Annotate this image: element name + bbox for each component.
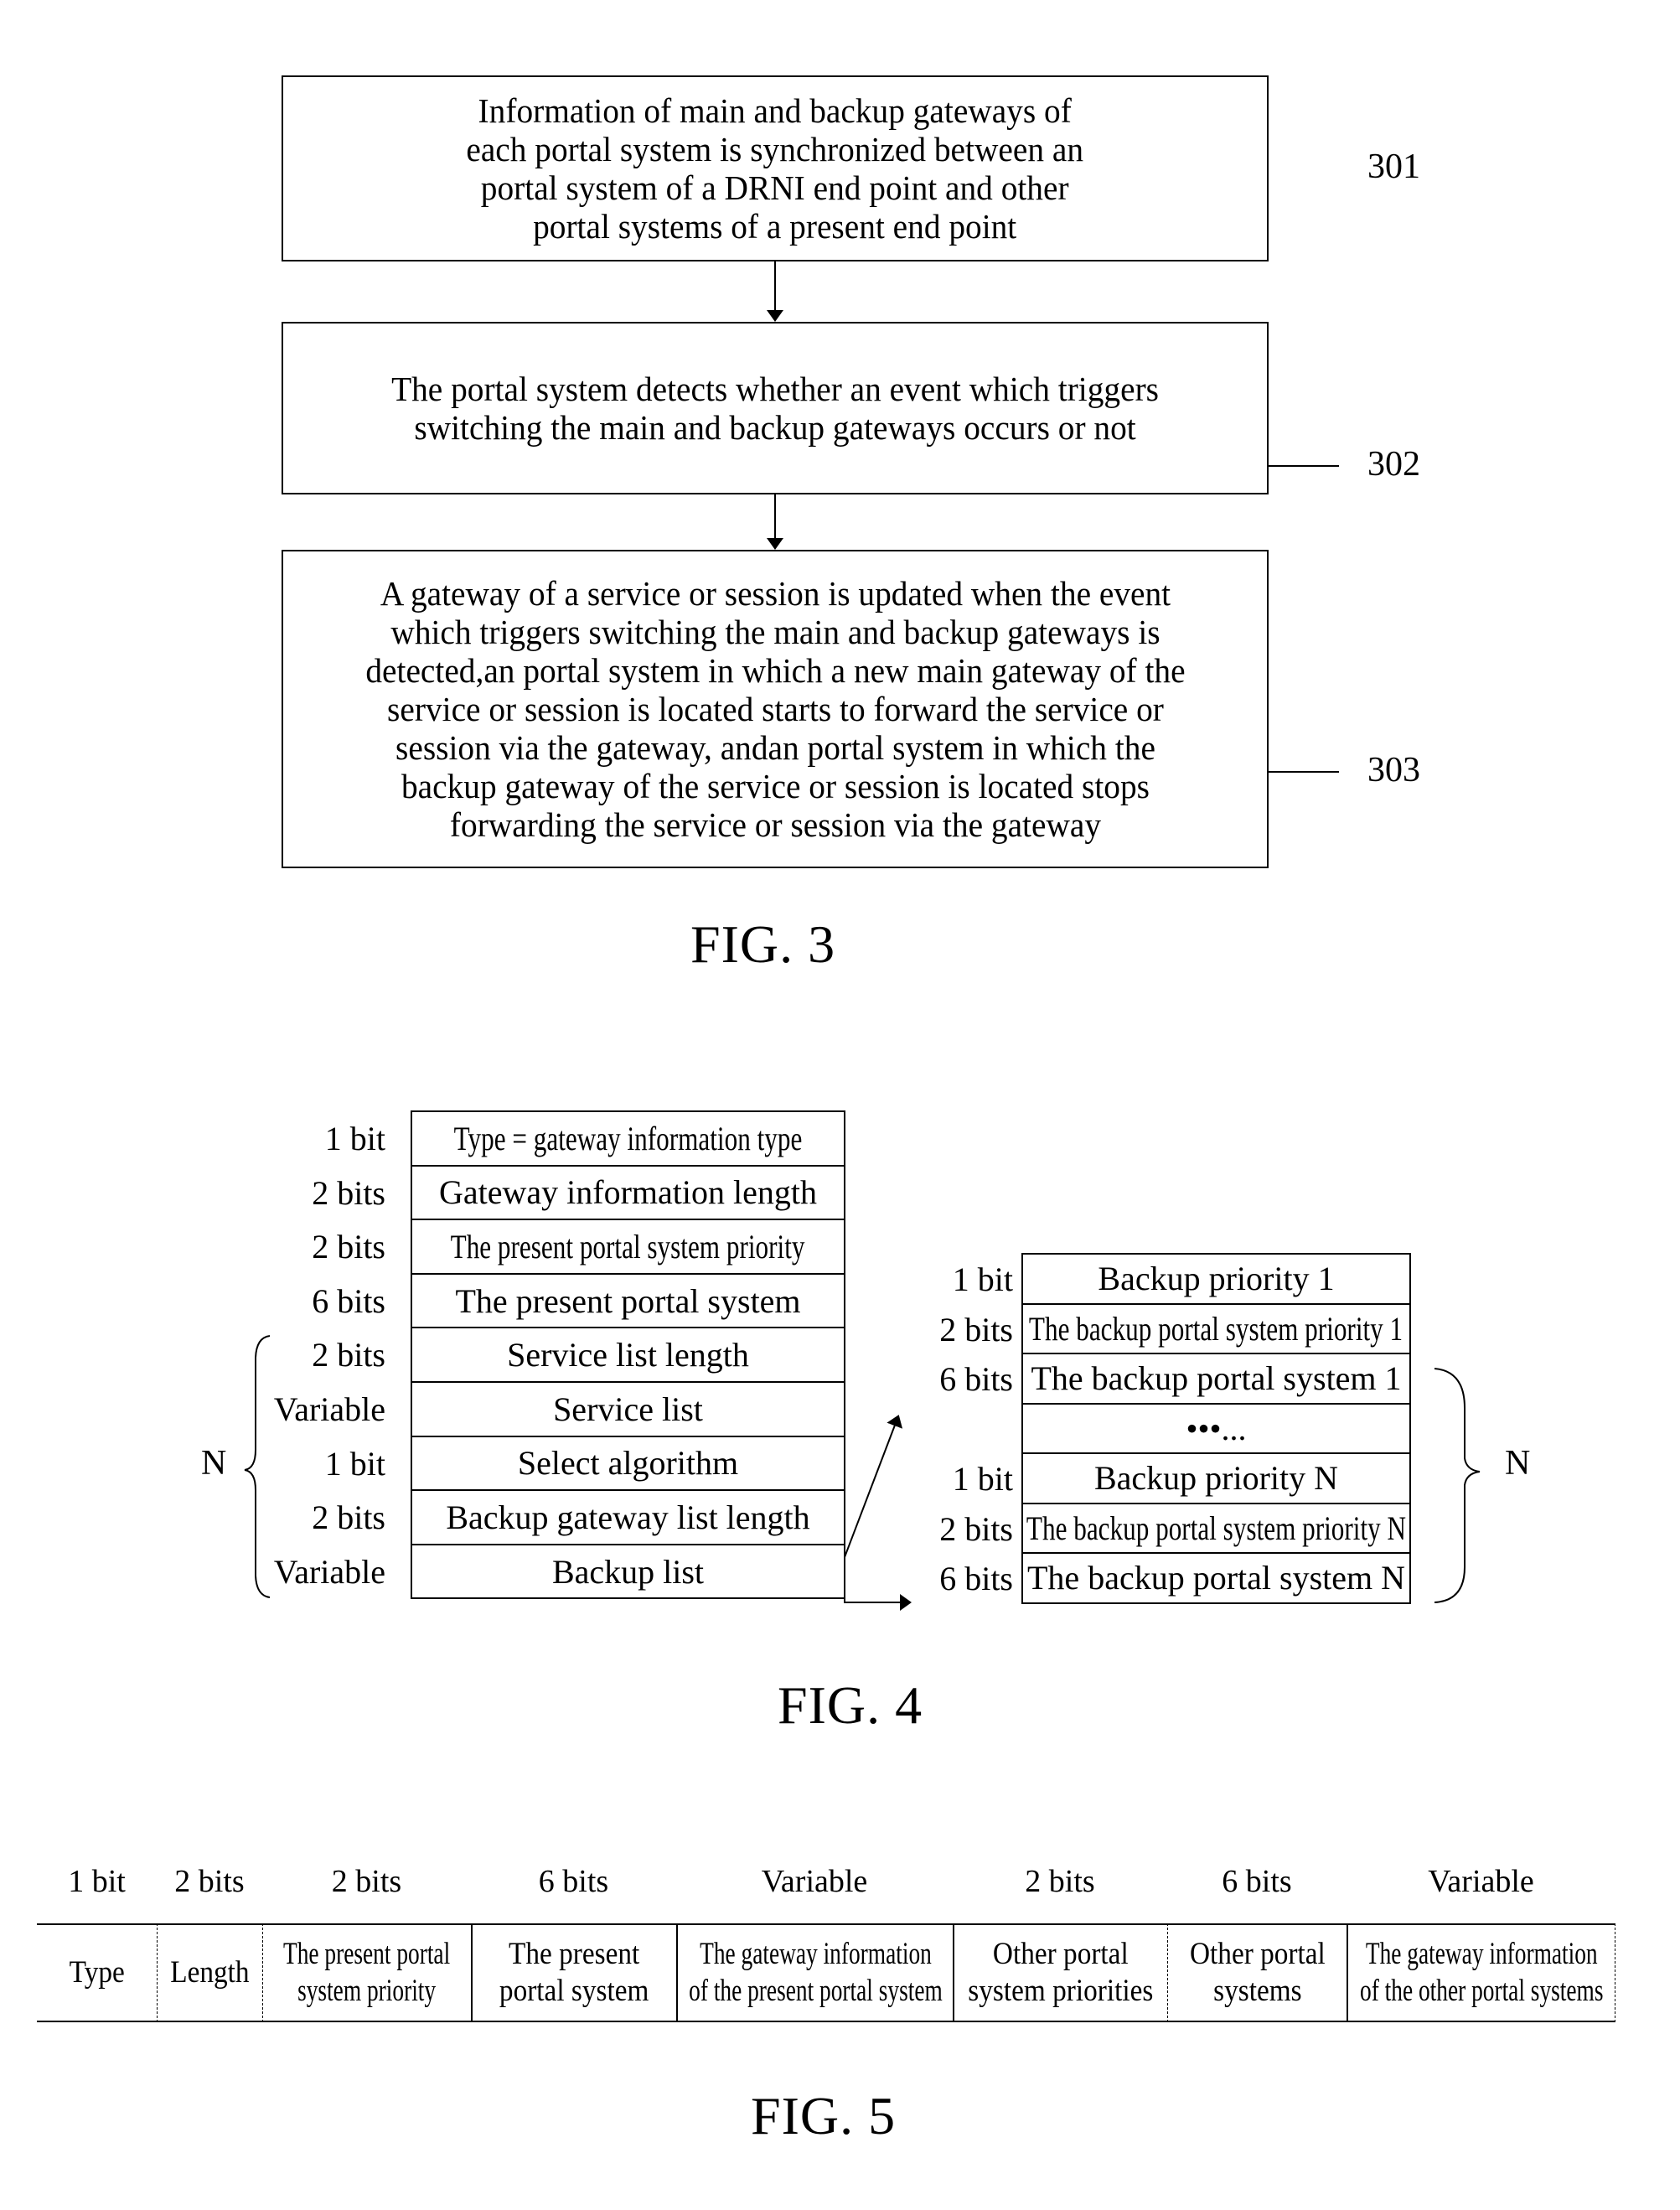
frame-field-text: Other portal system priorities (968, 1937, 1154, 2008)
frame-field-size-text: Variable (761, 1864, 868, 1899)
size-label-text: 6 bits (939, 1560, 1013, 1597)
frame-field: The present portal system priority (262, 1923, 471, 2022)
field-cell-text: The backup portal system priority 1 (1029, 1309, 1403, 1348)
size-label: 2 bits (218, 1227, 385, 1266)
arrow-to-backup-table-bottom (844, 1594, 912, 1611)
size-label-text: 2 bits (939, 1310, 1013, 1348)
field-cell: Select algorithm (411, 1435, 845, 1492)
field-cell: The backup portal system 1 (1021, 1353, 1411, 1405)
field-cell-text: Backup priority N (1093, 1459, 1339, 1498)
size-label-text: 1 bit (324, 1120, 385, 1157)
field-cell-text: Service list (553, 1390, 703, 1428)
frame-field-size: 2 bits (126, 1863, 293, 1900)
field-cell: Backup priority N (1021, 1452, 1411, 1504)
size-label-text: 1 bit (952, 1260, 1013, 1298)
field-cell: The backup portal system priority N (1021, 1502, 1411, 1554)
size-label: 1 bit (218, 1119, 385, 1158)
size-label: Variable (218, 1552, 385, 1592)
frame-field-size-text: 2 bits (1025, 1864, 1095, 1899)
right-brace-label: N (1505, 1444, 1531, 1483)
fig4-caption: FIG. 4 (778, 1675, 923, 1735)
field-cell: •••... (1021, 1402, 1411, 1454)
frame-field-size: 6 bits (1173, 1863, 1341, 1900)
frame-field-size: 2 bits (976, 1863, 1144, 1900)
size-label: 1 bit (845, 1459, 1013, 1498)
frame-field: Length (157, 1923, 262, 2022)
size-label: 2 bits (218, 1498, 385, 1537)
field-cell: Backup priority 1 (1021, 1253, 1411, 1305)
size-label-text: 6 bits (312, 1281, 385, 1320)
field-cell-text: The backup portal system 1 (1031, 1359, 1402, 1398)
size-label-text: 2 bits (939, 1509, 1013, 1548)
size-label-text: 2 bits (312, 1336, 385, 1374)
frame-field-size: Variable (1398, 1863, 1565, 1900)
size-label-text: 1 bit (952, 1460, 1013, 1498)
field-cell-text: The present portal system (455, 1281, 801, 1320)
size-label: 6 bits (845, 1559, 1013, 1598)
field-cell: The backup portal system N (1021, 1552, 1411, 1604)
size-label: 6 bits (845, 1359, 1013, 1399)
size-label-text: Variable (273, 1552, 385, 1591)
frame-field-text: Other portal systems (1189, 1937, 1326, 2008)
field-cell: Service list (411, 1381, 845, 1437)
size-label-text: 2 bits (312, 1228, 385, 1266)
size-label: 1 bit (218, 1444, 385, 1483)
frame-field-size-text: 6 bits (1222, 1864, 1292, 1899)
frame-field: The gateway information of the other por… (1347, 1923, 1615, 2022)
field-cell: The present portal system priority (411, 1219, 845, 1275)
size-label-text: 6 bits (939, 1360, 1013, 1398)
size-label-text: 2 bits (312, 1173, 385, 1212)
fig5-caption: FIG. 5 (751, 2086, 897, 2145)
field-cell-text: Backup list (551, 1552, 705, 1591)
frame-field-size-text: 6 bits (538, 1864, 609, 1899)
field-cell-text: Select algorithm (517, 1444, 739, 1483)
frame-field-size: Variable (731, 1863, 898, 1900)
frame-field: Type (37, 1923, 157, 2022)
field-cell-text: The present portal system priority (451, 1227, 805, 1265)
right-brace (1434, 1368, 1481, 1603)
field-cell: Backup gateway list length (411, 1489, 845, 1545)
frame-field-size-text: 1 bit (68, 1864, 126, 1899)
frame-field-text: The present portal system (499, 1937, 649, 2008)
size-label: 6 bits (218, 1281, 385, 1321)
size-label: 2 bits (845, 1310, 1013, 1349)
field-cell-text: Gateway information length (439, 1173, 817, 1212)
field-cell: Backup list (411, 1543, 845, 1600)
frame-field-size: 6 bits (490, 1863, 658, 1900)
frame-field-size-text: 2 bits (331, 1864, 402, 1899)
field-cell: Type = gateway information type (411, 1110, 845, 1167)
field-cell: Service list length (411, 1327, 845, 1383)
size-label-text: 2 bits (312, 1498, 385, 1537)
size-label: 2 bits (218, 1173, 385, 1213)
size-label: 1 bit (845, 1260, 1013, 1299)
frame-field-size-text: 2 bits (174, 1864, 245, 1899)
frame-field: The present portal system (471, 1923, 676, 2022)
field-cell-text: The backup portal system priority N (1026, 1509, 1407, 1547)
frame-field-text: The gateway information of the other por… (1359, 1937, 1604, 2008)
size-label-text: 1 bit (324, 1444, 385, 1483)
field-cell-text: •••... (1186, 1409, 1247, 1447)
frame-field-text: The gateway information of the present p… (688, 1937, 943, 2008)
frame-field: Other portal system priorities (953, 1923, 1167, 2022)
frame-field-text: Length (170, 1955, 250, 1990)
size-label-text: Variable (273, 1390, 385, 1428)
frame-field-size: 2 bits (283, 1863, 451, 1900)
frame-field: Other portal systems (1167, 1923, 1347, 2022)
frame-field: The gateway information of the present p… (676, 1923, 953, 2022)
size-label: 2 bits (845, 1509, 1013, 1549)
frame-field-size-text: Variable (1428, 1864, 1534, 1899)
field-cell: The backup portal system priority 1 (1021, 1302, 1411, 1354)
field-cell-text: Service list length (507, 1336, 749, 1374)
field-cell-text: Type = gateway information type (453, 1119, 803, 1157)
frame-field-text: The present portal system priority (283, 1937, 451, 2008)
field-cell: The present portal system (411, 1272, 845, 1329)
frame-field-text: Type (69, 1955, 125, 1990)
field-cell-text: Backup gateway list length (446, 1498, 810, 1536)
field-cell-text: The backup portal system N (1027, 1559, 1405, 1597)
size-label: Variable (218, 1390, 385, 1429)
size-label: 2 bits (218, 1335, 385, 1374)
field-cell-text: Backup priority 1 (1098, 1260, 1335, 1298)
field-cell: Gateway information length (411, 1164, 845, 1221)
